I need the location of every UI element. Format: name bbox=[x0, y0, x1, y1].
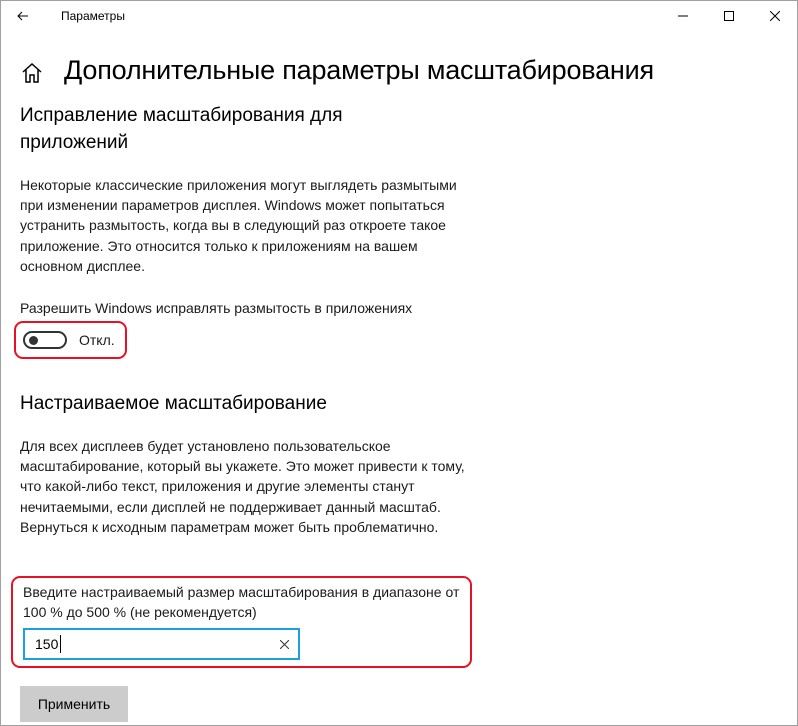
clear-icon bbox=[279, 639, 289, 649]
fix-scaling-description: Некоторые классические приложения могут … bbox=[20, 177, 457, 274]
maximize-icon bbox=[724, 11, 734, 21]
apply-button[interactable]: Применить bbox=[20, 686, 128, 722]
window-title: Параметры bbox=[61, 9, 125, 23]
custom-scale-input-value: 150 bbox=[35, 636, 59, 652]
page-title: Дополнительные параметры масштабирования bbox=[64, 55, 654, 85]
custom-scale-input-label: Введите настраиваемый размер масштабиров… bbox=[23, 584, 460, 621]
custom-scale-highlight: Введите настраиваемый размер масштабиров… bbox=[11, 576, 472, 668]
home-button[interactable] bbox=[19, 60, 45, 86]
blur-fix-toggle-highlight: Откл. bbox=[14, 321, 127, 359]
text-caret bbox=[60, 635, 61, 653]
toggle-knob bbox=[29, 336, 38, 345]
custom-scale-input[interactable]: 150 bbox=[23, 628, 300, 660]
title-bar: Параметры bbox=[1, 1, 797, 31]
custom-scaling-description: Для всех дисплеев будет установлено поль… bbox=[20, 438, 465, 535]
back-arrow-icon bbox=[17, 11, 28, 21]
blur-fix-toggle-label: Разрешить Windows исправлять размытость … bbox=[20, 300, 413, 316]
section-title-fix-scaling: Исправление масштабирования для приложен… bbox=[20, 105, 343, 153]
minimize-icon bbox=[678, 15, 688, 17]
blur-fix-toggle[interactable] bbox=[23, 331, 67, 349]
back-button[interactable] bbox=[1, 1, 45, 31]
close-icon bbox=[770, 11, 780, 21]
minimize-button[interactable] bbox=[660, 1, 706, 31]
clear-input-button[interactable] bbox=[276, 636, 292, 652]
section-title-custom-scaling: Настраиваемое масштабирование bbox=[20, 393, 327, 414]
close-button[interactable] bbox=[752, 1, 798, 31]
maximize-button[interactable] bbox=[706, 1, 752, 31]
toggle-state-label: Откл. bbox=[79, 332, 115, 348]
home-icon bbox=[22, 62, 42, 83]
